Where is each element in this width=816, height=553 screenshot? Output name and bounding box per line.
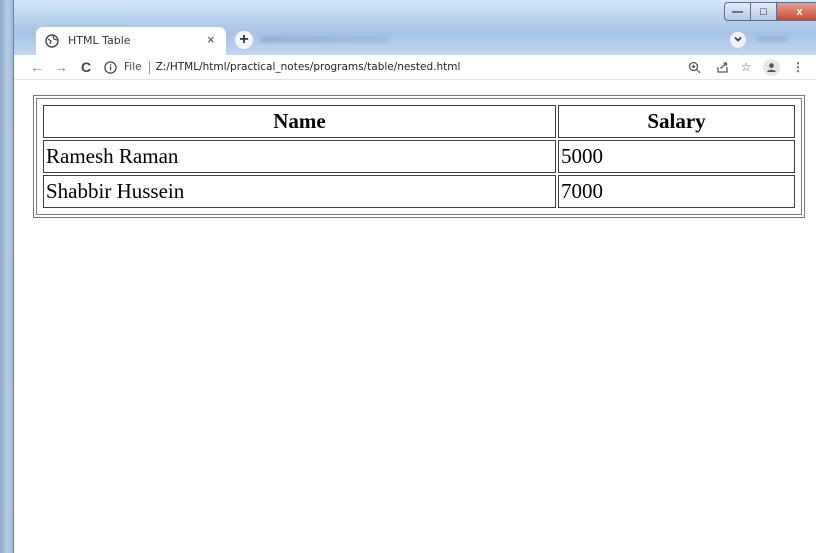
scheme-label: File xyxy=(124,61,142,73)
tab-search-button[interactable] xyxy=(729,31,747,49)
address-bar[interactable]: File Z:/HTML/html/practical_notes/progra… xyxy=(103,57,723,77)
kebab-menu-icon[interactable]: ⋮ xyxy=(790,59,806,75)
blurred-title-fragment xyxy=(756,36,788,42)
tab-close-icon[interactable]: × xyxy=(207,33,215,47)
close-window-button[interactable]: x xyxy=(777,2,816,21)
profile-avatar-icon[interactable] xyxy=(763,59,780,76)
outer-table-border: Name Salary Ramesh Raman 5000 Shabbir Hu… xyxy=(33,95,805,218)
star-icon[interactable]: ☆ xyxy=(738,59,754,75)
cell-salary: 7000 xyxy=(558,175,795,208)
back-arrow-icon[interactable]: ← xyxy=(28,58,46,76)
address-separator xyxy=(148,60,150,74)
info-icon[interactable] xyxy=(103,60,117,74)
page-viewport: Name Salary Ramesh Raman 5000 Shabbir Hu… xyxy=(14,80,816,553)
chevron-down-icon xyxy=(733,31,743,49)
maximize-button[interactable]: □ xyxy=(751,2,777,21)
cell-name: Shabbir Hussein xyxy=(43,175,556,208)
window-controls: — □ x xyxy=(724,2,816,24)
globe-icon xyxy=(45,34,59,48)
salary-table: Name Salary Ramesh Raman 5000 Shabbir Hu… xyxy=(41,103,797,210)
table-row: Ramesh Raman 5000 xyxy=(43,140,795,173)
forward-arrow-icon[interactable]: → xyxy=(52,58,70,76)
cell-name: Ramesh Raman xyxy=(43,140,556,173)
header-name: Name xyxy=(43,105,556,138)
table-row: Shabbir Hussein 7000 xyxy=(43,175,795,208)
blurred-tab-title xyxy=(260,36,390,43)
browser-toolbar: ← → C File Z:/HTML/html/practical_notes/… xyxy=(14,55,816,80)
cell-salary: 5000 xyxy=(558,140,795,173)
share-icon[interactable] xyxy=(714,59,730,75)
table-header-row: Name Salary xyxy=(43,105,795,138)
tab-title: HTML Table xyxy=(68,34,131,47)
zoom-icon[interactable] xyxy=(686,59,702,75)
minimize-button[interactable]: — xyxy=(724,2,751,21)
new-tab-button[interactable]: + xyxy=(234,30,254,50)
reload-icon[interactable]: C xyxy=(77,58,95,76)
header-salary: Salary xyxy=(558,105,795,138)
desktop-edge xyxy=(0,0,14,553)
url-text[interactable]: Z:/HTML/html/practical_notes/programs/ta… xyxy=(156,61,461,73)
outer-table-cell: Name Salary Ramesh Raman 5000 Shabbir Hu… xyxy=(36,98,802,215)
tab-html-table[interactable]: HTML Table × xyxy=(36,27,226,55)
browser-titlebar: HTML Table × + xyxy=(14,0,816,55)
